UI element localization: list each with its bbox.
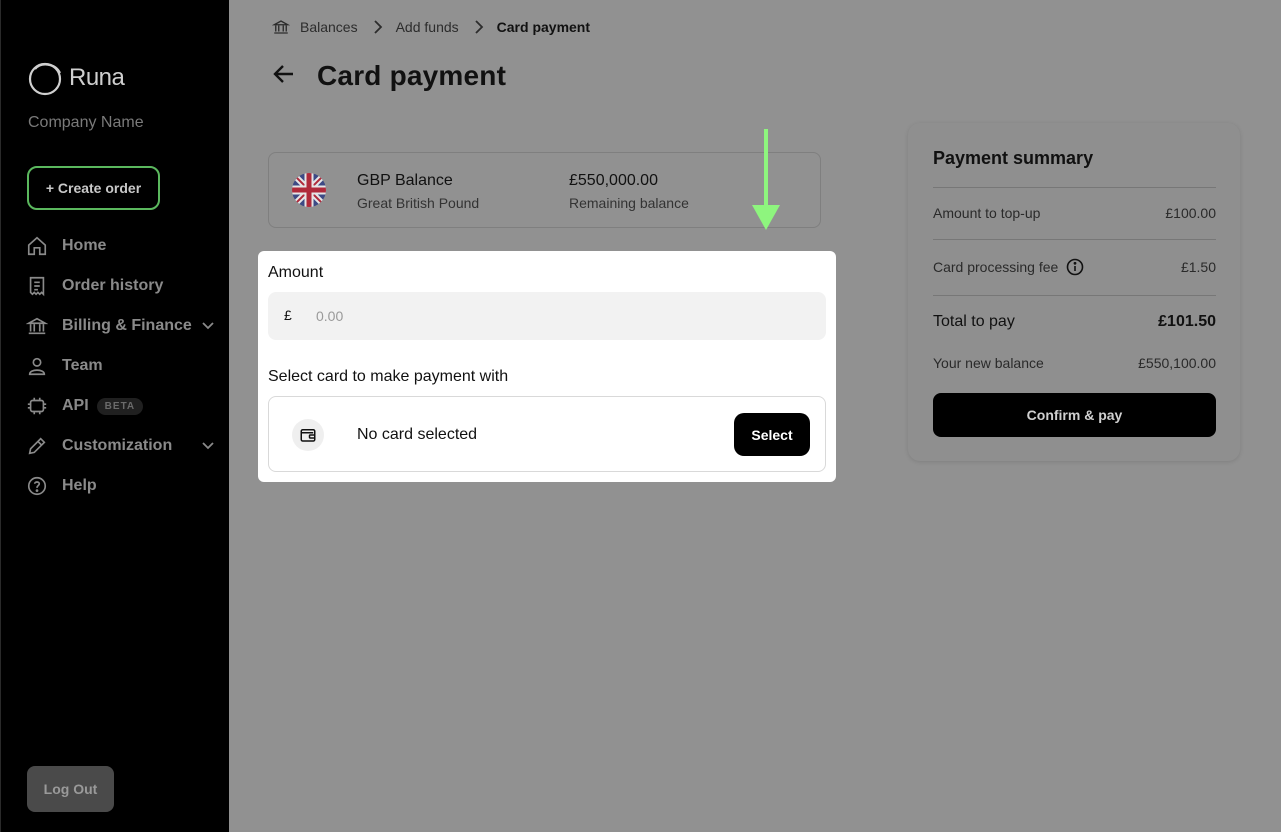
chevron-right-icon (372, 20, 384, 34)
amount-input-wrapper: £ (268, 292, 826, 340)
sidebar-item-label: Customization (62, 437, 173, 454)
person-icon (25, 354, 49, 378)
new-balance-row: Your new balance £550,100.00 (933, 355, 1216, 371)
card-select-box: No card selected Select (268, 396, 826, 472)
sidebar-item-order-history[interactable]: Order history (25, 266, 221, 306)
sidebar-item-label: Billing & Finance (62, 317, 192, 334)
company-name: Company Name (28, 114, 144, 131)
breadcrumb-balances[interactable]: Balances (300, 19, 358, 35)
balance-name: GBP Balance (357, 172, 453, 189)
balance-amount-label: Remaining balance (569, 195, 689, 211)
card-status: No card selected (357, 426, 478, 443)
sidebar-nav: Home Order history Billing & Finance Tea… (25, 226, 221, 506)
uk-flag-icon (292, 173, 326, 207)
total-row: Total to pay £101.50 (933, 313, 1216, 331)
sidebar-item-customization[interactable]: Customization (25, 426, 221, 466)
topup-value: £100.00 (1165, 205, 1216, 221)
amount-input[interactable] (316, 304, 796, 328)
back-arrow-icon[interactable] (271, 61, 297, 92)
title-row: Card payment (271, 60, 506, 92)
chevron-down-icon[interactable] (201, 438, 215, 457)
divider (933, 295, 1216, 296)
select-card-label: Select card to make payment with (268, 368, 509, 385)
balance-card: GBP Balance Great British Pound £550,000… (268, 152, 821, 228)
sidebar-item-home[interactable]: Home (25, 226, 221, 266)
breadcrumb-add-funds[interactable]: Add funds (396, 19, 459, 35)
confirm-pay-button[interactable]: Confirm & pay (933, 393, 1216, 437)
runa-logo-icon (28, 62, 62, 96)
amount-label: Amount (268, 264, 324, 281)
payment-form-panel: Amount £ Select card to make payment wit… (258, 251, 836, 482)
sidebar-item-label: API (62, 397, 89, 414)
sidebar-item-api[interactable]: API BETA (25, 386, 221, 426)
pencil-icon (25, 434, 49, 458)
beta-badge: BETA (96, 397, 144, 415)
divider (933, 239, 1216, 240)
new-balance-label: Your new balance (933, 355, 1044, 371)
fee-label: Card processing fee (933, 259, 1059, 275)
logo-text: Runa (69, 64, 125, 91)
chevron-right-icon (473, 20, 485, 34)
topup-row: Amount to top-up £100.00 (933, 205, 1216, 221)
wallet-icon (292, 419, 324, 451)
sidebar-item-label: Order history (62, 277, 164, 294)
chevron-down-icon[interactable] (201, 318, 215, 337)
sidebar: Runa Company Name + Create order Home Or… (0, 0, 229, 832)
balance-currency: Great British Pound (357, 195, 480, 211)
logout-button[interactable]: Log Out (27, 766, 114, 812)
currency-symbol: £ (284, 307, 292, 323)
receipt-icon (25, 274, 49, 298)
total-label: Total to pay (933, 313, 1015, 330)
home-icon (25, 234, 49, 258)
page-title: Card payment (317, 60, 507, 91)
select-card-button[interactable]: Select (734, 413, 810, 456)
logo[interactable]: Runa (27, 59, 125, 97)
summary-title: Payment summary (933, 148, 1094, 168)
breadcrumb-current: Card payment (496, 19, 591, 35)
sidebar-item-help[interactable]: Help (25, 466, 221, 506)
fee-value: £1.50 (1180, 259, 1216, 275)
help-icon (25, 474, 49, 498)
breadcrumb: Balances Add funds Card payment (272, 17, 590, 37)
balance-amount: £550,000.00 (569, 172, 658, 189)
fee-row: Card processing fee £1.50 (933, 258, 1216, 276)
bank-icon (25, 314, 49, 338)
bank-icon (272, 18, 290, 36)
topup-label: Amount to top-up (933, 205, 1041, 221)
total-value: £101.50 (1158, 313, 1216, 330)
api-icon (25, 394, 49, 418)
new-balance-value: £550,100.00 (1138, 355, 1216, 371)
info-icon[interactable] (1066, 258, 1084, 276)
sidebar-item-label: Help (62, 477, 97, 494)
sidebar-item-team[interactable]: Team (25, 346, 221, 386)
annotation-arrow-icon (751, 129, 781, 236)
create-order-button[interactable]: + Create order (27, 166, 160, 210)
sidebar-item-label: Team (62, 357, 103, 374)
sidebar-item-billing[interactable]: Billing & Finance (25, 306, 221, 346)
payment-summary: Payment summary Amount to top-up £100.00… (908, 123, 1240, 461)
divider (933, 187, 1216, 188)
sidebar-item-label: Home (62, 237, 107, 254)
